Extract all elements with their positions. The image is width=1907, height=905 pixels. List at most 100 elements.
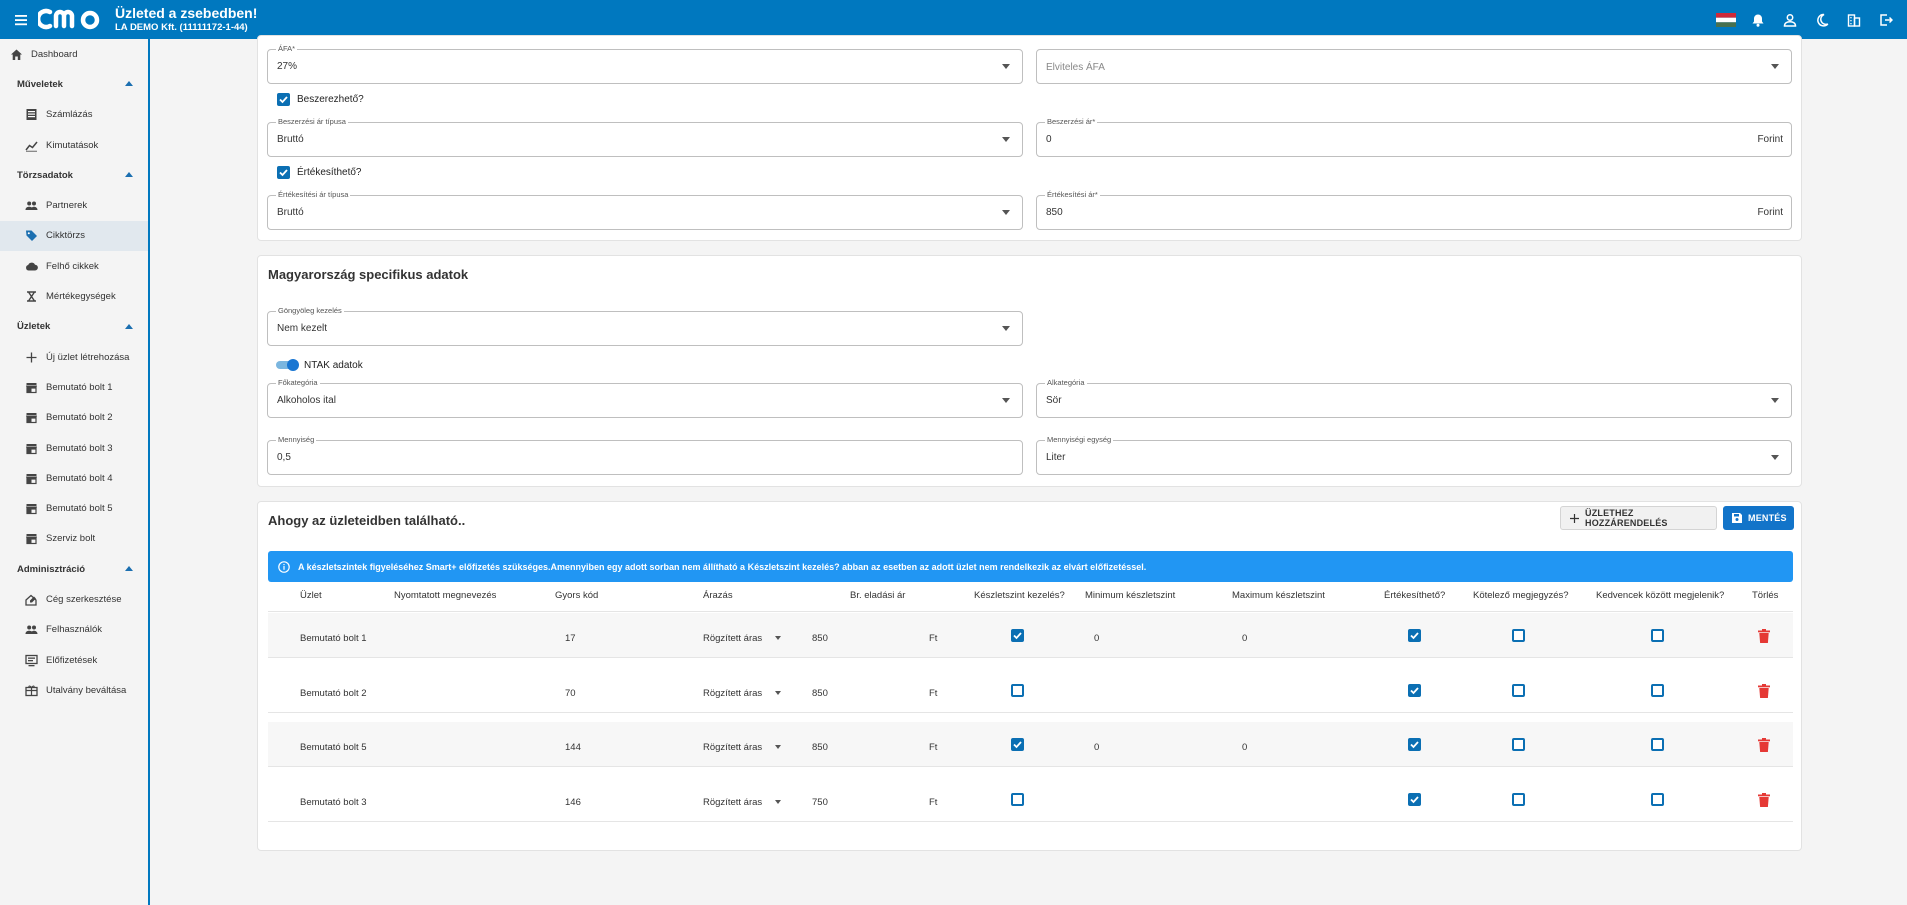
sellable-checkbox[interactable] bbox=[1408, 629, 1421, 642]
hungarian-flag-icon[interactable] bbox=[1715, 10, 1737, 30]
stock-tracking-checkbox[interactable] bbox=[1011, 792, 1024, 806]
beszerezheto-checkbox[interactable] bbox=[277, 93, 290, 106]
chevron-down-icon bbox=[775, 690, 781, 695]
sidebar-item-szamlazas[interactable]: Számlázás bbox=[0, 100, 148, 130]
ertekesitesi-ar-input[interactable]: Értékesítési ár* 850 Forint bbox=[1036, 190, 1792, 230]
cmo-logo[interactable] bbox=[38, 6, 110, 32]
sidebar-item-ceg-szerkesztese[interactable]: Cég szerkesztése bbox=[0, 584, 148, 614]
stock-tracking-checkbox[interactable] bbox=[1011, 738, 1024, 751]
pricing-select[interactable]: Rögzített áras bbox=[703, 797, 762, 808]
col-uzlet[interactable]: Üzlet bbox=[300, 590, 322, 601]
max-stock[interactable]: 0 bbox=[1242, 742, 1247, 753]
col-keszletszint[interactable]: Készletszint kezelés? bbox=[974, 590, 1065, 601]
mennyiseg-input[interactable]: Mennyiség 0,5 bbox=[267, 435, 1023, 475]
delete-icon[interactable] bbox=[1758, 738, 1770, 752]
max-stock[interactable]: 0 bbox=[1242, 633, 1247, 644]
favorite-checkbox[interactable] bbox=[1651, 792, 1664, 806]
afa-select[interactable]: ÁFA* 27% bbox=[267, 44, 1023, 84]
pricing-select[interactable]: Rögzített áras bbox=[703, 633, 762, 644]
mandatory-note-checkbox[interactable] bbox=[1512, 738, 1525, 751]
sidebar-item-kimutatasok[interactable]: Kimutatások bbox=[0, 130, 148, 160]
ertekesitheto-checkbox[interactable] bbox=[277, 166, 290, 179]
min-stock[interactable]: 0 bbox=[1094, 742, 1099, 753]
sidebar-item-bolt-2[interactable]: Bemutató bolt 2 bbox=[0, 403, 148, 433]
elviteles-afa-select[interactable]: Elviteles ÁFA bbox=[1036, 49, 1792, 84]
beszerzesi-ar-input[interactable]: Beszerzési ár* 0 Forint bbox=[1036, 117, 1792, 157]
stock-tracking-checkbox[interactable] bbox=[1011, 629, 1024, 642]
table-row: Bemutató bolt 2 70 Rögzített áras 850 Ft bbox=[268, 668, 1793, 713]
col-minimum[interactable]: Minimum készletszint bbox=[1085, 590, 1175, 601]
col-gyors-kod[interactable]: Gyors kód bbox=[555, 590, 598, 601]
pricing-select[interactable]: Rögzített áras bbox=[703, 742, 762, 753]
col-kedvencek[interactable]: Kedvencek között megjelenik? bbox=[1596, 590, 1724, 601]
sidebar-item-bolt-3[interactable]: Bemutató bolt 3 bbox=[0, 433, 148, 463]
quick-code[interactable]: 144 bbox=[565, 742, 581, 753]
delete-icon[interactable] bbox=[1758, 629, 1770, 643]
sidebar-section-adminisztracio[interactable]: Adminisztráció bbox=[0, 554, 148, 584]
sidebar-section-uzletek[interactable]: Üzletek bbox=[0, 312, 148, 342]
pricing-select[interactable]: Rögzített áras bbox=[703, 688, 762, 699]
favorite-checkbox[interactable] bbox=[1651, 683, 1664, 697]
sidebar-item-bolt-4[interactable]: Bemutató bolt 4 bbox=[0, 463, 148, 493]
alkategoria-select[interactable]: Alkategória Sör bbox=[1036, 378, 1792, 418]
col-kotelezo[interactable]: Kötelező megjegyzés? bbox=[1473, 590, 1569, 601]
sellable-checkbox[interactable] bbox=[1408, 792, 1421, 806]
col-arazas[interactable]: Árazás bbox=[703, 590, 733, 601]
price-value[interactable]: 750 bbox=[812, 797, 828, 808]
user-icon[interactable] bbox=[1779, 10, 1801, 30]
sidebar-item-felho-cikkek[interactable]: Felhő cikkek bbox=[0, 251, 148, 281]
min-stock[interactable]: 0 bbox=[1094, 633, 1099, 644]
sidebar-item-partnerek[interactable]: Partnerek bbox=[0, 190, 148, 220]
sidebar-item-dashboard[interactable]: Dashboard bbox=[0, 39, 148, 69]
quick-code[interactable]: 146 bbox=[565, 797, 581, 808]
delete-icon[interactable] bbox=[1758, 683, 1770, 698]
sidebar-item-utalvany[interactable]: Utalvány beváltása bbox=[0, 675, 148, 705]
save-button[interactable]: MENTÉS bbox=[1723, 506, 1794, 530]
col-maximum[interactable]: Maximum készletszint bbox=[1232, 590, 1325, 601]
sidebar-item-szerviz-bolt[interactable]: Szerviz bolt bbox=[0, 524, 148, 554]
col-ertekesitheto[interactable]: Értékesíthető? bbox=[1384, 590, 1445, 601]
price-value[interactable]: 850 bbox=[812, 688, 828, 699]
sidebar-item-mertekegysegek[interactable]: Mértékegységek bbox=[0, 281, 148, 311]
price-value[interactable]: 850 bbox=[812, 633, 828, 644]
ntak-toggle[interactable] bbox=[276, 359, 299, 371]
sidebar-item-label: Bemutató bolt 1 bbox=[46, 381, 113, 393]
assign-to-store-button[interactable]: ÜZLETHEZ HOZZÁRENDELÉS bbox=[1560, 506, 1717, 530]
menu-icon[interactable] bbox=[13, 11, 31, 29]
sidebar-item-bolt-5[interactable]: Bemutató bolt 5 bbox=[0, 493, 148, 523]
sidebar-item-elofizetesek[interactable]: Előfizetések bbox=[0, 645, 148, 675]
col-torles[interactable]: Törlés bbox=[1752, 590, 1778, 601]
col-nyomtatott[interactable]: Nyomtatott megnevezés bbox=[394, 590, 496, 601]
favorite-checkbox[interactable] bbox=[1651, 629, 1664, 642]
sidebar-item-bolt-1[interactable]: Bemutató bolt 1 bbox=[0, 372, 148, 402]
bell-icon[interactable] bbox=[1747, 10, 1769, 30]
app-title: Üzleted a zsebedben! bbox=[115, 5, 258, 21]
sidebar-item-label: Utalvány beváltása bbox=[46, 684, 127, 696]
quick-code[interactable]: 70 bbox=[565, 688, 576, 699]
sidebar-section-torzsadatok[interactable]: Törzsadatok bbox=[0, 160, 148, 190]
fokategoria-select[interactable]: Főkategória Alkoholos ital bbox=[267, 378, 1023, 418]
mandatory-note-checkbox[interactable] bbox=[1512, 792, 1525, 806]
mandatory-note-checkbox[interactable] bbox=[1512, 683, 1525, 697]
sidebar-item-felhasznalok[interactable]: Felhasználók bbox=[0, 615, 148, 645]
mennyisegi-egyseg-select[interactable]: Mennyiségi egység Liter bbox=[1036, 435, 1792, 475]
logout-icon[interactable] bbox=[1875, 10, 1897, 30]
sidebar-item-uj-uzlet[interactable]: Új üzlet létrehozása bbox=[0, 342, 148, 372]
sidebar-item-cikktorzs[interactable]: Cikktörzs bbox=[0, 220, 148, 252]
moon-icon[interactable] bbox=[1811, 10, 1833, 30]
mandatory-note-checkbox[interactable] bbox=[1512, 629, 1525, 642]
sellable-checkbox[interactable] bbox=[1408, 683, 1421, 697]
stock-tracking-checkbox[interactable] bbox=[1011, 683, 1024, 697]
beszerzesi-tipus-select[interactable]: Beszerzési ár típusa Bruttó bbox=[267, 117, 1023, 157]
price-value[interactable]: 850 bbox=[812, 742, 828, 753]
gongyoleg-select[interactable]: Göngyöleg kezelés Nem kezelt bbox=[267, 306, 1023, 346]
sidebar-section-muveletek[interactable]: Műveletek bbox=[0, 69, 148, 99]
favorite-checkbox[interactable] bbox=[1651, 738, 1664, 751]
col-ar[interactable]: Br. eladási ár bbox=[850, 590, 905, 601]
ertekesitesi-tipus-select[interactable]: Értékesítési ár típusa Bruttó bbox=[267, 190, 1023, 230]
delete-icon[interactable] bbox=[1758, 792, 1770, 807]
sellable-checkbox[interactable] bbox=[1408, 738, 1421, 751]
store-icon bbox=[25, 472, 38, 485]
quick-code[interactable]: 17 bbox=[565, 633, 576, 644]
building-icon[interactable] bbox=[1843, 10, 1865, 30]
